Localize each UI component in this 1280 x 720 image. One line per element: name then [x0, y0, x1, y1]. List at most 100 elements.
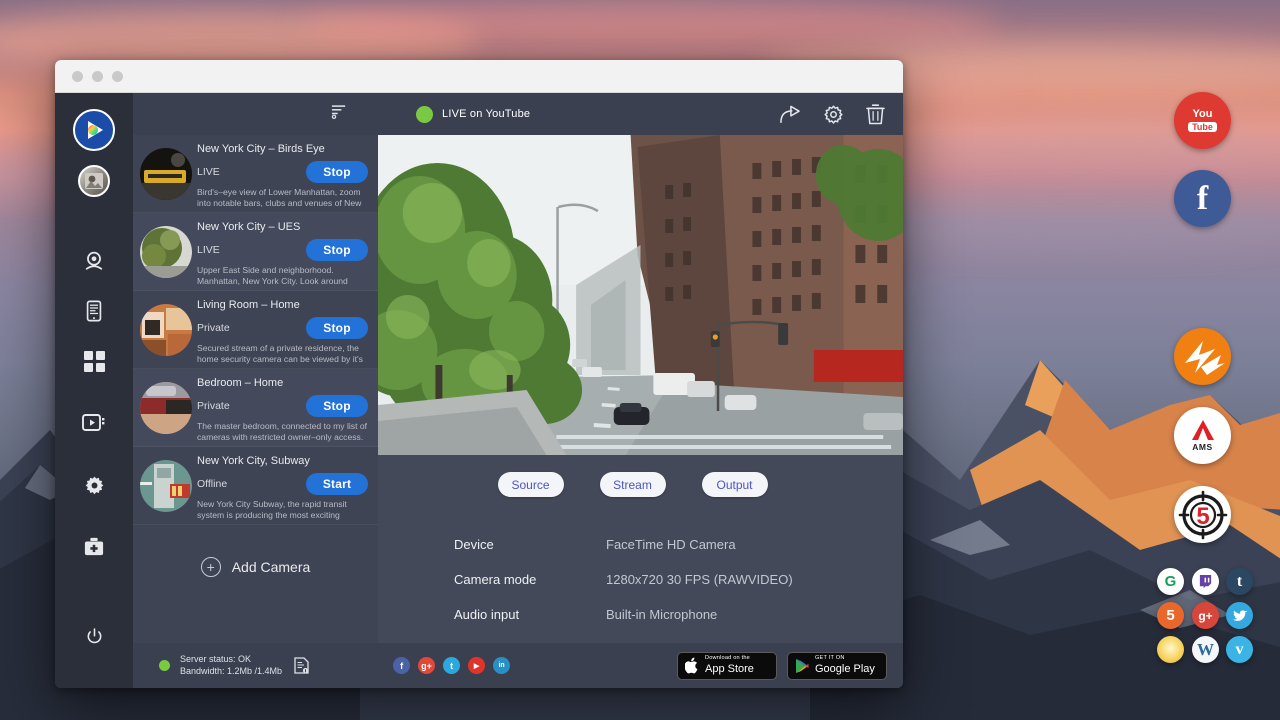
camera-state: Private	[197, 400, 306, 412]
dock-icon-facebook[interactable]: f	[1174, 170, 1231, 227]
delete-button[interactable]	[866, 104, 885, 125]
camera-list-item[interactable]: New York City – Birds Eye LIVE Stop Bird…	[133, 135, 378, 213]
sidebar-item-app-logo[interactable]	[73, 109, 115, 151]
dock-icon-red5[interactable]: 5	[1174, 486, 1231, 543]
ams-label: AMS	[1192, 442, 1212, 452]
app-store-badge[interactable]: Download on the App Store	[677, 652, 777, 680]
info-value: FaceTime HD Camera	[606, 537, 736, 552]
thumb-bedroom-icon	[140, 382, 192, 434]
tab-stream[interactable]: Stream	[600, 472, 666, 497]
minimize-button[interactable]	[92, 71, 103, 82]
camera-state: Offline	[197, 478, 306, 490]
camera-state: LIVE	[197, 166, 306, 178]
bandwidth-label: Bandwidth: 1.2Mb /1.4Mb	[180, 666, 282, 678]
video-frame	[378, 135, 903, 455]
live-status-badge[interactable]: LIVE on YouTube	[416, 106, 530, 123]
camera-list-item[interactable]: New York City, Subway Offline Start New …	[133, 447, 378, 525]
dock-icon-wowza[interactable]	[1174, 328, 1231, 385]
facebook-f-label: f	[1197, 182, 1208, 216]
zoom-button[interactable]	[112, 71, 123, 82]
server-status-dot	[159, 660, 170, 671]
social-google-plus[interactable]: g+	[418, 657, 435, 674]
social-youtube[interactable]: ▶	[468, 657, 485, 674]
adobe-a-icon	[1191, 419, 1215, 441]
dock-icon-twitch[interactable]	[1192, 568, 1219, 595]
grid-icon	[84, 351, 105, 372]
social-linkedin[interactable]: in	[493, 657, 510, 674]
tab-source[interactable]: Source	[498, 472, 564, 497]
camera-list-item[interactable]: New York City – UES LIVE Stop Upper East…	[133, 213, 378, 291]
dock-icon-google-plus-mini[interactable]: g+	[1192, 602, 1219, 629]
dock-icon-red5-mini[interactable]: 5	[1157, 602, 1184, 629]
gear-icon	[823, 104, 844, 125]
sidebar-item-mobile[interactable]	[74, 291, 114, 331]
trash-icon	[866, 104, 885, 125]
camera-toggle-button[interactable]: Start	[306, 473, 368, 495]
camera-description: Bird's–eye view of Lower Manhattan, zoom…	[197, 187, 368, 209]
dock-icon-wordpress[interactable]: W	[1192, 636, 1219, 663]
document-info-icon	[294, 657, 309, 674]
status-bar: Server status: OK Bandwidth: 1.2Mb /1.4M…	[133, 643, 903, 688]
social-twitter[interactable]: t	[443, 657, 460, 674]
social-links: f g+ t ▶ in	[393, 657, 510, 674]
dock-icon-tumblr[interactable]: t	[1226, 568, 1253, 595]
sidebar-item-media[interactable]	[74, 403, 114, 443]
sidebar-item-user-avatar[interactable]	[78, 165, 110, 197]
camera-toggle-button[interactable]: Stop	[306, 395, 368, 417]
share-button[interactable]	[779, 105, 801, 124]
video-preview[interactable]	[378, 135, 903, 455]
camera-title: Living Room – Home	[197, 299, 368, 312]
google-play-small-label: GET IT ON	[815, 656, 875, 662]
close-button[interactable]	[72, 71, 83, 82]
dock-icon-grammarly[interactable]: G	[1157, 568, 1184, 595]
info-value: Built-in Microphone	[606, 607, 717, 622]
dock-icon-youtube[interactable]: You Tube	[1174, 92, 1231, 149]
camera-thumbnail	[140, 226, 192, 278]
dock-icon-twitter-mini[interactable]	[1226, 602, 1253, 629]
tab-output[interactable]: Output	[702, 472, 768, 497]
app-window: LIVE on YouTube	[55, 60, 903, 688]
desktop: LIVE on YouTube	[0, 0, 1280, 720]
gear-icon	[84, 475, 105, 496]
filter-sort-icon[interactable]	[331, 103, 348, 125]
video-player-icon	[82, 413, 106, 433]
app-store-big-label: App Store	[705, 664, 754, 675]
sidebar-item-power[interactable]	[74, 616, 114, 656]
camera-title: New York City – Birds Eye	[197, 143, 368, 156]
google-play-badge[interactable]: GET IT ON Google Play	[787, 652, 887, 680]
google-play-big-label: Google Play	[815, 664, 875, 675]
document-info-button[interactable]	[294, 657, 309, 674]
camera-title: New York City – UES	[197, 221, 368, 234]
camera-description: Secured stream of a private residence, t…	[197, 343, 368, 365]
camera-state: Private	[197, 322, 306, 334]
sidebar-item-support[interactable]	[74, 527, 114, 567]
toolbar: LIVE on YouTube	[133, 93, 903, 135]
camera-toggle-button[interactable]: Stop	[306, 317, 368, 339]
youtube-tube-label: Tube	[1188, 122, 1217, 132]
live-status-label: LIVE on YouTube	[442, 108, 530, 120]
app-store-small-label: Download on the	[705, 656, 754, 662]
first-aid-kit-icon	[83, 537, 105, 557]
sidebar-item-cameras[interactable]	[74, 241, 114, 281]
camera-toggle-button[interactable]: Stop	[306, 161, 368, 183]
camera-list[interactable]: New York City – Birds Eye LIVE Stop Bird…	[133, 135, 378, 643]
thumb-subway-icon	[140, 460, 192, 512]
camera-list-item[interactable]: Bedroom – Home Private Stop The master b…	[133, 369, 378, 447]
status-text-block: Server status: OK Bandwidth: 1.2Mb /1.4M…	[180, 654, 282, 677]
filter-sort-glyph	[331, 103, 348, 120]
dock-icon-adobe-ams[interactable]: AMS	[1174, 407, 1231, 464]
dock-icon-vimeo[interactable]: v	[1226, 636, 1253, 663]
camera-title: New York City, Subway	[197, 455, 368, 468]
camera-description: Upper East Side and neighborhood. Manhat…	[197, 265, 368, 287]
sidebar-item-settings[interactable]	[74, 465, 114, 505]
camera-description: New York City Subway, the rapid transit …	[197, 499, 368, 521]
camera-list-item[interactable]: Living Room – Home Private Stop Secured …	[133, 291, 378, 369]
camera-toggle-button[interactable]: Stop	[306, 239, 368, 261]
dock-icon-sunrise[interactable]	[1157, 636, 1184, 663]
toolbar-settings-button[interactable]	[823, 104, 844, 125]
play-logo-icon	[82, 118, 106, 142]
social-facebook[interactable]: f	[393, 657, 410, 674]
add-camera-button[interactable]: + Add Camera	[133, 539, 378, 595]
sidebar-item-apps[interactable]	[74, 341, 114, 381]
camera-thumbnail	[140, 382, 192, 434]
